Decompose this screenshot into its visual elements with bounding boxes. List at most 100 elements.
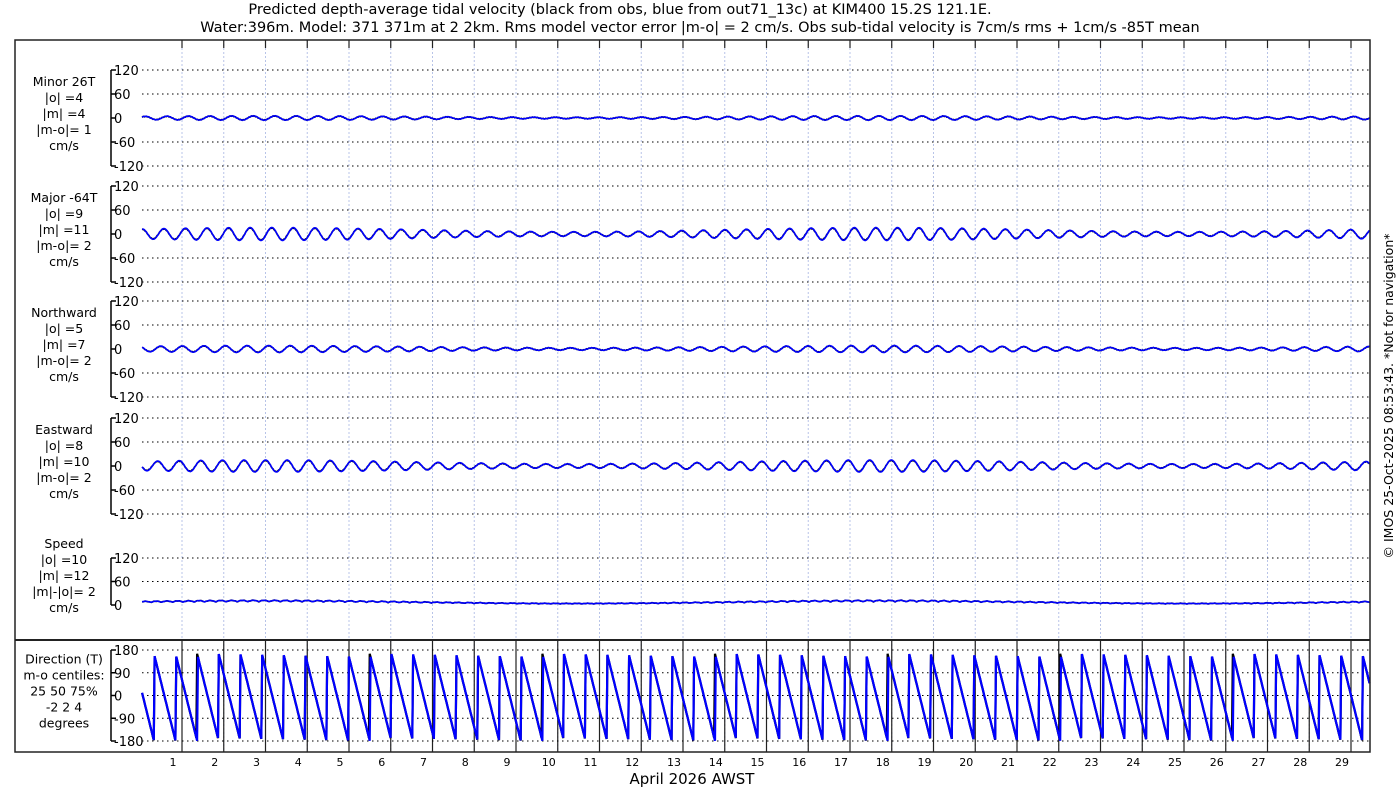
y-tick-label: 60 (114, 88, 131, 103)
tidal-velocity-figure: Predicted depth-average tidal velocity (… (14, 2, 1396, 788)
panel-label-line: |m-o|= 2 (36, 353, 91, 368)
y-tick-label: -60 (114, 252, 135, 267)
y-tick-label: -180 (114, 735, 144, 750)
y-tick-label: 60 (114, 436, 131, 451)
x-tick-label: 5 (337, 756, 344, 769)
x-tick-label: 8 (462, 756, 469, 769)
y-tick-label: 120 (114, 552, 139, 567)
panel-label-line: degrees (39, 716, 89, 731)
y-tick-label: -60 (114, 136, 135, 151)
title-line-1: Predicted depth-average tidal velocity (… (248, 2, 991, 18)
x-tick-label: 27 (1252, 756, 1266, 769)
x-tick-label: 19 (918, 756, 932, 769)
x-tick-label: 6 (378, 756, 385, 769)
panel-label-line: Northward (31, 305, 97, 320)
x-tick-label: 1 (170, 756, 177, 769)
x-tick-label: 24 (1126, 756, 1140, 769)
y-tick-label: -60 (114, 367, 135, 382)
copyright-note: © IMOS 25-Oct-2025 08:53:43. *Not for na… (1381, 234, 1396, 559)
panel-eastward: 120 60 0 -60 -120 Eastward|o| =8|m| =10|m-o|=… (35, 412, 1371, 523)
panel-speed: 120 60 0 Speed|o| =10|m| =12|m|-|o|= 2cm/s (32, 536, 1370, 615)
x-tick-label: 12 (625, 756, 639, 769)
panel-label-line: |o| =9 (45, 206, 84, 221)
y-tick-label: -90 (114, 712, 135, 727)
panel-label-line: |m| =12 (39, 568, 90, 583)
panel-label-line: cm/s (49, 369, 79, 384)
y-tick-label: -60 (114, 484, 135, 499)
y-tick-label: 120 (114, 180, 139, 195)
panel-label-line: 25 50 75% (30, 684, 98, 699)
x-tick-label: 22 (1043, 756, 1057, 769)
y-tick-label: 0 (114, 460, 122, 475)
x-tick-label: 14 (709, 756, 723, 769)
day-gridlines (181, 40, 1352, 752)
x-tick-label: 9 (504, 756, 511, 769)
y-tick-label: 90 (114, 667, 131, 682)
x-tick-label: 17 (834, 756, 848, 769)
y-tick-label: 0 (114, 343, 122, 358)
x-tick-label: 15 (751, 756, 765, 769)
x-tick-label: 7 (420, 756, 427, 769)
panel-minor: 120 60 0 -60 -120 Minor 26T|o| =4|m| =4|m-o|=… (33, 64, 1371, 175)
panel-label-line: |m| =11 (39, 222, 90, 237)
y-tick-label: 120 (114, 412, 139, 427)
panel-label-line: Minor 26T (33, 74, 96, 89)
y-tick-label: 60 (114, 319, 131, 334)
series-model-line (141, 114, 1370, 122)
panel-label-line: cm/s (49, 254, 79, 269)
series-model-line (141, 344, 1370, 354)
panel-label-line: |o| =10 (41, 552, 87, 567)
x-tick-label: 21 (1001, 756, 1015, 769)
y-tick-label: 60 (114, 576, 131, 591)
title-line-2: Water:396m. Model: 371 371m at 2 2km. Rm… (200, 20, 1200, 36)
x-tick-label: 16 (792, 756, 806, 769)
panel-label-line: |m-o|= 2 (36, 470, 91, 485)
panel-label-line: m-o centiles: (23, 668, 104, 683)
x-tick-label: 11 (584, 756, 598, 769)
x-tick-label: 20 (959, 756, 973, 769)
panel-label-line: Major -64T (31, 190, 98, 205)
series-model-line (141, 653, 1371, 742)
panel-label-line: cm/s (49, 600, 79, 615)
y-tick-label: -120 (114, 276, 144, 291)
y-tick-label: 120 (114, 64, 139, 79)
x-tick-label: 18 (876, 756, 890, 769)
y-tick-label: 180 (114, 644, 139, 659)
y-tick-label: -120 (114, 508, 144, 523)
panel-label-line: cm/s (49, 138, 79, 153)
panel-direction: 180 90 0 -90 -180 Direction (T)m-o centiles:2… (23, 644, 1371, 750)
panel-label-line: |o| =8 (45, 438, 84, 453)
panels: 120600-60-120Minor 26T|o| =4|m| =4|m-o|=… (23, 64, 1371, 750)
panel-label-line: Eastward (35, 422, 93, 437)
panel-label-line: |o| =5 (45, 321, 83, 336)
x-tick-label: 28 (1293, 756, 1307, 769)
panel-label-line: |m| =10 (39, 454, 90, 469)
panel-label-line: |m-o|= 1 (36, 122, 91, 137)
panel-label-line: |m|-|o|= 2 (32, 584, 96, 599)
panel-label-line: |o| =4 (45, 90, 84, 105)
y-tick-label: 0 (114, 112, 122, 127)
y-tick-label: -120 (114, 391, 144, 406)
y-tick-label: 0 (114, 599, 122, 614)
panel-label-line: |m| =7 (43, 337, 86, 352)
y-tick-label: 120 (114, 295, 139, 310)
x-tick-label: 25 (1168, 756, 1182, 769)
panel-label-line: -2 2 4 (46, 700, 82, 715)
x-tick-label: 29 (1335, 756, 1349, 769)
panel-label-line: Speed (44, 536, 83, 551)
y-tick-label: 60 (114, 204, 131, 219)
panel-label-line: Direction (T) (25, 652, 103, 667)
x-tick-label: 23 (1085, 756, 1099, 769)
y-tick-label: 0 (114, 228, 122, 243)
series-model-line (141, 599, 1370, 605)
x-tick-label: 3 (253, 756, 260, 769)
panel-northward: 120 60 0 -60 -120 Northward|o| =5|m| =7|m-o|=… (31, 295, 1370, 406)
series-model-line (141, 459, 1371, 473)
panel-label-line: |m| =4 (43, 106, 86, 121)
x-tick-label: 13 (667, 756, 681, 769)
x-tick-label: 10 (542, 756, 556, 769)
x-axis-ticks: 1 2 3 4 5 6 7 8 9 10 11 12 13 14 15 16 17 18 19 20 21 22 23 24 2… (170, 756, 1350, 769)
panel-major: 120 60 0 -60 -120 Major -64T|o| =9|m| =11|m-o… (31, 180, 1371, 291)
x-axis-label: April 2026 AWST (630, 770, 756, 788)
figure-frame (14, 39, 1371, 753)
